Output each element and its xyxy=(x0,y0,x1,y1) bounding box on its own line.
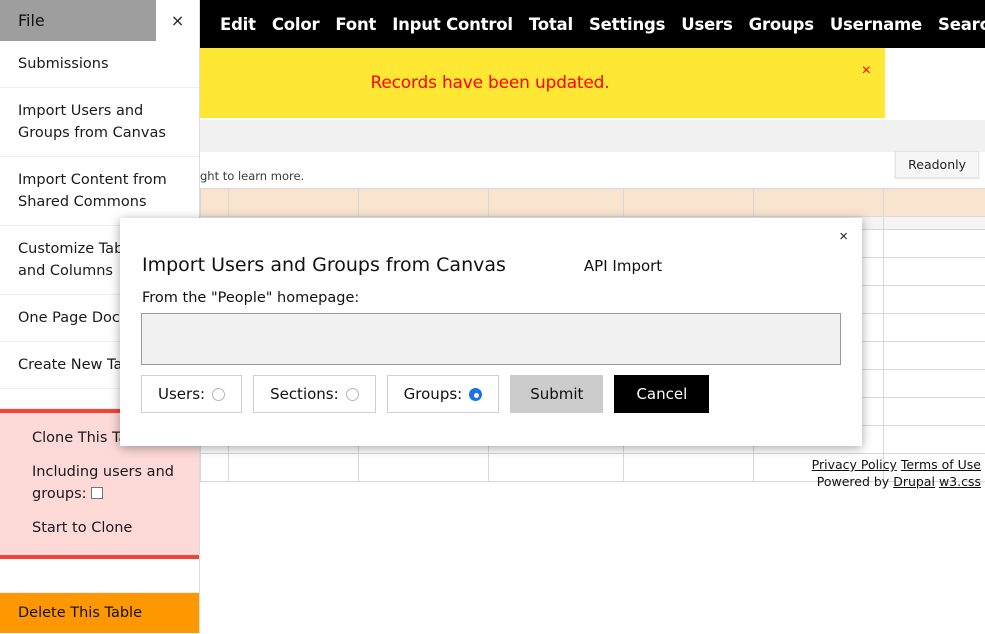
import-paste-textarea[interactable] xyxy=(141,313,841,365)
table-header-cell[interactable] xyxy=(883,188,985,217)
privacy-policy-link[interactable]: Privacy Policy xyxy=(812,457,897,472)
radio-sections-icon[interactable] xyxy=(345,387,359,401)
import-source-label: From the "People" homepage: xyxy=(142,290,360,306)
close-icon[interactable]: × xyxy=(862,63,871,79)
readonly-badge[interactable]: Readonly xyxy=(895,151,979,178)
drupal-link[interactable]: Drupal xyxy=(893,474,935,489)
sidebar-header: File × xyxy=(0,0,199,41)
sidebar-item-import-users-groups-canvas[interactable]: Import Users and Groups from Canvas xyxy=(0,88,199,157)
option-users-label: Users: xyxy=(158,385,206,403)
sidebar-title[interactable]: File xyxy=(0,0,157,41)
submit-button[interactable]: Submit xyxy=(510,375,604,413)
table-cell[interactable] xyxy=(358,453,489,482)
import-users-groups-modal: × Import Users and Groups from Canvas AP… xyxy=(120,218,862,446)
option-sections[interactable]: Sections: xyxy=(253,375,376,413)
option-sections-label: Sections: xyxy=(270,385,339,403)
sidebar-item-submissions[interactable]: Submissions xyxy=(0,41,199,88)
clone-including-checkbox[interactable] xyxy=(90,487,103,499)
top-navigation-bar: Edit Color Font Input Control Total Sett… xyxy=(200,0,985,48)
table-cell[interactable] xyxy=(883,229,985,258)
close-icon[interactable]: × xyxy=(839,228,848,245)
nav-item-color[interactable]: Color xyxy=(264,11,328,38)
nav-item-total[interactable]: Total xyxy=(521,11,581,38)
option-groups-label: Groups: xyxy=(403,385,463,403)
table-cell[interactable] xyxy=(883,425,985,454)
alert-message: Records have been updated. xyxy=(370,73,610,93)
table-header-row xyxy=(200,188,985,217)
delete-this-table-button[interactable]: Delete This Table xyxy=(0,593,199,633)
toolbar-band xyxy=(200,120,985,152)
table-subheader-cell xyxy=(883,216,985,230)
table-header-cell[interactable] xyxy=(228,188,359,217)
nav-item-username[interactable]: Username xyxy=(822,11,930,38)
radio-groups-icon[interactable] xyxy=(469,387,483,401)
table-header-cell[interactable] xyxy=(488,188,624,217)
nav-item-users[interactable]: Users xyxy=(673,11,740,38)
nav-item-edit[interactable]: Edit xyxy=(212,11,264,38)
nav-item-groups[interactable]: Groups xyxy=(741,11,822,38)
table-cell[interactable] xyxy=(883,257,985,286)
w3css-link[interactable]: w3.css xyxy=(939,474,981,489)
start-to-clone-button[interactable]: Start to Clone xyxy=(0,511,199,545)
table-header-cell[interactable] xyxy=(200,188,229,217)
table-cell[interactable] xyxy=(200,453,229,482)
footer-legal-row: Privacy Policy Terms of Use xyxy=(812,456,981,473)
modal-subtitle: API Import xyxy=(583,257,663,275)
sidebar-item-import-content-shared-commons[interactable]: Import Content from Shared Commons xyxy=(0,157,199,226)
radio-users-icon[interactable] xyxy=(212,387,226,401)
modal-actions: Users: Sections: Groups: Submit Cancel xyxy=(141,375,710,413)
table-cell[interactable] xyxy=(488,453,624,482)
modal-title: Import Users and Groups from Canvas xyxy=(142,254,506,276)
table-cell[interactable] xyxy=(883,285,985,314)
cancel-button[interactable]: Cancel xyxy=(614,375,710,413)
clone-including-users-groups-row: Including users and groups: xyxy=(0,455,199,511)
learn-more-text: ght to learn more. xyxy=(200,169,305,183)
table-cell[interactable] xyxy=(883,341,985,370)
terms-of-use-link[interactable]: Terms of Use xyxy=(901,457,981,472)
table-header-cell[interactable] xyxy=(623,188,754,217)
modal-header: Import Users and Groups from Canvas API … xyxy=(142,254,662,276)
footer-powered-row: Powered by Drupal w3.css xyxy=(812,473,981,490)
table-cell[interactable] xyxy=(883,397,985,426)
sidebar-gap xyxy=(0,559,199,593)
status-alert-banner: Records have been updated. × xyxy=(95,48,885,118)
nav-item-settings[interactable]: Settings xyxy=(581,11,673,38)
table-header-cell[interactable] xyxy=(753,188,884,217)
nav-item-search[interactable]: Search xyxy=(930,11,985,38)
table-cell[interactable] xyxy=(883,313,985,342)
table-cell[interactable] xyxy=(883,369,985,398)
clone-including-label: Including users and groups: xyxy=(32,464,174,502)
footer-links: Privacy Policy Terms of Use Powered by D… xyxy=(812,456,981,490)
close-icon[interactable]: × xyxy=(156,0,199,41)
option-groups[interactable]: Groups: xyxy=(386,375,500,413)
table-cell[interactable] xyxy=(623,453,754,482)
nav-item-font[interactable]: Font xyxy=(327,11,384,38)
option-users[interactable]: Users: xyxy=(141,375,243,413)
powered-by-label: Powered by xyxy=(816,474,890,489)
nav-item-input-control[interactable]: Input Control xyxy=(384,11,521,38)
table-cell[interactable] xyxy=(228,453,359,482)
table-header-cell[interactable] xyxy=(358,188,489,217)
app-root: Updated Tue October 20, 2020 12:34:11 gh… xyxy=(0,0,985,634)
